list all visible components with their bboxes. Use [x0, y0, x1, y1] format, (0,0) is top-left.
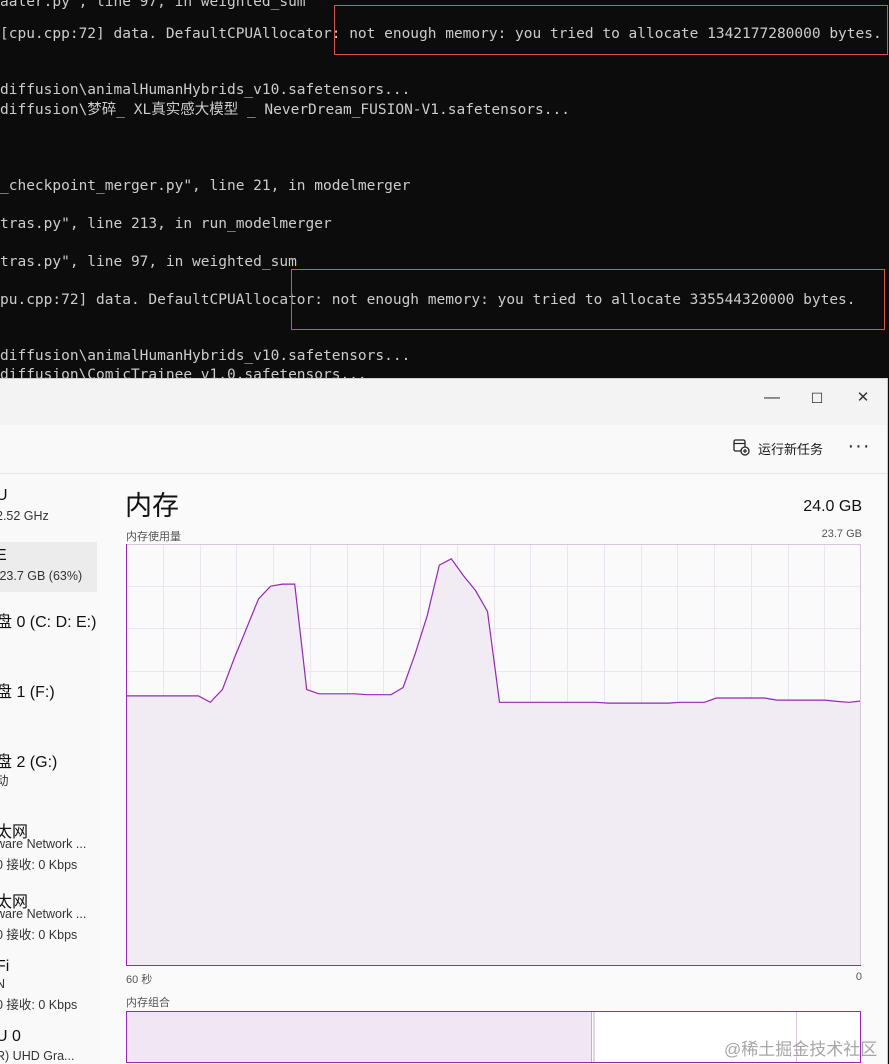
- run-task-icon: [732, 438, 750, 459]
- sidebar-item-label: 盘 2 (G:): [0, 754, 58, 771]
- run-new-task-button[interactable]: 运行新任务: [732, 433, 823, 463]
- sidebar-item-label: 盘 0 (C: D: E:): [0, 614, 97, 631]
- memory-usage-graph: [126, 544, 861, 966]
- maximize-button[interactable]: ☐: [794, 383, 840, 413]
- highlight-box: [334, 5, 888, 55]
- terminal-line: tras.py", line 213, in run_modelmerger: [0, 216, 332, 232]
- highlight-box: [291, 269, 885, 330]
- close-button[interactable]: ✕: [840, 383, 886, 413]
- sidebar-item-detail: 动: [0, 774, 9, 788]
- terminal-line: diffusion\animalHumanHybrids_v10.safeten…: [0, 348, 411, 364]
- sidebar-item-label: U 0: [0, 1028, 21, 1045]
- sidebar-item-gpu[interactable]: U 0 R) UHD Gra...: [0, 1018, 97, 1064]
- sidebar-item-ethernet-2[interactable]: 太网 ware Network ... 0 接收: 0 Kbps: [0, 878, 97, 942]
- sidebar-item-detail: ware Network ...: [0, 837, 87, 851]
- x-axis-start-label: 60 秒: [126, 974, 153, 986]
- sidebar-item-throughput: 0 接收: 0 Kbps: [0, 928, 78, 942]
- run-task-label: 运行新任务: [758, 441, 824, 457]
- composition-modified[interactable]: [593, 1012, 595, 1062]
- sidebar-item-throughput: 0 接收: 0 Kbps: [0, 998, 78, 1012]
- page-title: 内存: [125, 491, 179, 521]
- sidebar-item-disk-1[interactable]: 盘 1 (F:): [0, 668, 97, 728]
- sidebar-item-ethernet-1[interactable]: 太网 ware Network ... 0 接收: 0 Kbps: [0, 808, 97, 872]
- memory-panel: 内存 24.0 GB 内存使用量 23.7 GB 60 秒 0 内存组合: [98, 474, 887, 1064]
- terminal-line: _checkpoint_merger.py", line 21, in mode…: [0, 178, 411, 194]
- composition-label: 内存组合: [126, 997, 170, 1009]
- sidebar-item-cpu[interactable]: U 2.52 GHz: [0, 474, 97, 534]
- sidebar-item-throughput: 0 接收: 0 Kbps: [0, 858, 78, 872]
- watermark: @稀土掘金技术社区: [724, 1040, 878, 1059]
- sidebar-item-label: U: [0, 487, 8, 504]
- sidebar-item-detail: N: [0, 977, 6, 991]
- sidebar-item-label: Fi: [0, 958, 10, 975]
- x-axis-end-label: 0: [855, 971, 862, 983]
- sidebar-item-detail: R) UHD Gra...: [0, 1049, 75, 1063]
- max-label: 23.7 GB: [821, 528, 862, 540]
- sidebar-item-detail: /23.7 GB (63%): [0, 569, 83, 583]
- terminal-line: diffusion\animalHumanHybrids_v10.safeten…: [0, 82, 411, 98]
- sidebar-item-label: E: [0, 547, 7, 564]
- sidebar-item-memory[interactable]: E /23.7 GB (63%): [0, 542, 97, 592]
- sidebar-item-label: 盘 1 (F:): [0, 684, 55, 701]
- sidebar-item-detail: ware Network ...: [0, 907, 87, 921]
- sidebar-item-disk-2[interactable]: 盘 2 (G:) 动: [0, 738, 97, 798]
- total-memory: 24.0 GB: [803, 498, 862, 515]
- sidebar-item-disk-0[interactable]: 盘 0 (C: D: E:): [0, 598, 97, 658]
- minimize-button[interactable]: —: [749, 383, 795, 413]
- terminal-line: aaler.py", line 97, in weighted_sum: [0, 0, 306, 10]
- usage-label: 内存使用量: [126, 531, 181, 543]
- sidebar-item-wifi[interactable]: Fi N 0 接收: 0 Kbps: [0, 948, 97, 1012]
- composition-in-use[interactable]: [127, 1012, 592, 1062]
- terminal-line: tras.py", line 97, in weighted_sum: [0, 254, 297, 270]
- task-manager-window: — ☐ ✕ 运行新任务 ··· U 2.52 GHz E /23.7 GB (6…: [0, 378, 888, 1064]
- terminal-window: aaler.py", line 97, in weighted_sum [cpu…: [0, 0, 889, 383]
- sidebar-item-detail: 2.52 GHz: [0, 509, 49, 523]
- more-options-button[interactable]: ···: [842, 433, 876, 463]
- terminal-line: diffusion\梦碎_ XL真实感大模型 _ NeverDream_FUSI…: [0, 102, 570, 118]
- toolbar: 运行新任务 ···: [0, 425, 887, 474]
- title-bar: — ☐ ✕: [0, 379, 887, 425]
- sidebar: U 2.52 GHz E /23.7 GB (63%) 盘 0 (C: D: E…: [0, 474, 98, 1064]
